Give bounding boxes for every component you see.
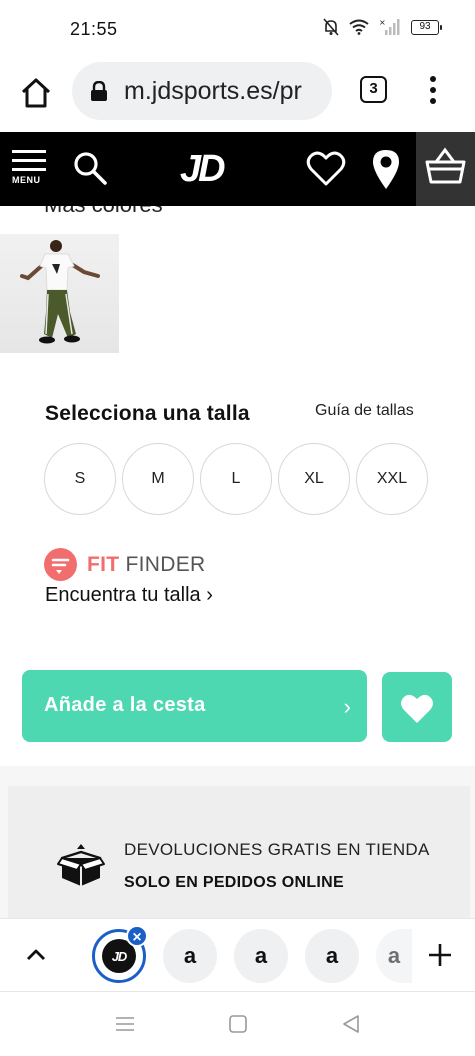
- signal-icon: ×: [379, 18, 400, 35]
- box-icon: [57, 844, 105, 886]
- tab-switcher-button[interactable]: 3: [360, 76, 387, 103]
- size-option-l[interactable]: L: [200, 443, 272, 515]
- wishlist-button[interactable]: [382, 672, 452, 742]
- amazon-favicon: a: [254, 943, 268, 968]
- jd-logo[interactable]: JD: [180, 148, 240, 190]
- tab-amazon-2[interactable]: a: [234, 929, 288, 983]
- home-icon[interactable]: [18, 75, 54, 111]
- amazon-favicon: a: [183, 943, 197, 968]
- amazon-favicon: a: [325, 943, 339, 968]
- status-bar: 21:55 × 93: [0, 0, 475, 60]
- chevron-up-icon[interactable]: [22, 943, 50, 967]
- basket-button[interactable]: [416, 132, 475, 206]
- product-content: Más colores Selecciona una talla Guía de…: [0, 206, 475, 918]
- mute-bell-icon: [323, 18, 339, 36]
- product-image: [20, 240, 100, 344]
- free-returns-banner: DEVOLUCIONES GRATIS EN TIENDA SOLO EN PE…: [8, 786, 470, 918]
- add-to-basket-label: Añade a la cesta: [44, 694, 206, 716]
- plus-icon[interactable]: [426, 941, 454, 969]
- fit-finder-icon: [44, 548, 77, 581]
- fit-finder-rest: FINDER: [119, 552, 206, 576]
- browser-toolbar: m.jdsports.es/pr 3: [0, 60, 475, 132]
- product-colour-thumbnail[interactable]: [0, 234, 119, 353]
- search-icon[interactable]: [72, 150, 108, 186]
- site-header: MENU JD: [0, 132, 475, 206]
- size-option-m[interactable]: M: [122, 443, 194, 515]
- home-nav-icon[interactable]: [226, 1012, 250, 1036]
- chevron-right-icon: ›: [343, 694, 351, 719]
- wifi-icon: [349, 19, 369, 35]
- returns-subtitle: SOLO EN PEDIDOS ONLINE: [124, 874, 344, 891]
- tab-strip: JD × a a a a: [0, 918, 475, 992]
- fit-finder-brand[interactable]: FIT FINDER: [44, 548, 206, 581]
- basket-icon: [425, 147, 466, 184]
- add-to-basket-button[interactable]: Añade a la cesta ›: [22, 670, 367, 742]
- svg-text:×: ×: [379, 18, 386, 27]
- find-your-size-link[interactable]: Encuentra tu talla ›: [45, 584, 213, 607]
- battery-indicator: 93: [411, 19, 442, 35]
- menu-button[interactable]: MENU: [12, 150, 48, 194]
- more-icon[interactable]: [424, 74, 442, 106]
- status-time: 21:55: [70, 19, 118, 39]
- size-option-xxl[interactable]: XXL: [356, 443, 428, 515]
- back-icon[interactable]: [339, 1012, 363, 1036]
- status-icons: × 93: [323, 18, 442, 36]
- heart-icon: [401, 694, 433, 723]
- address-bar[interactable]: m.jdsports.es/pr: [72, 62, 332, 120]
- size-options: S M L XL XXL: [44, 443, 428, 515]
- location-pin-icon[interactable]: [370, 148, 402, 190]
- tab-amazon-3[interactable]: a: [305, 929, 359, 983]
- tab-amazon-1[interactable]: a: [163, 929, 217, 983]
- size-guide-link[interactable]: Guía de tallas: [315, 402, 414, 420]
- system-nav-bar: [0, 992, 475, 1056]
- returns-title: DEVOLUCIONES GRATIS EN TIENDA: [124, 840, 430, 859]
- more-colours-heading: Más colores: [44, 206, 163, 218]
- url-text: m.jdsports.es/pr: [124, 77, 302, 105]
- fit-finder-strong: FIT: [87, 552, 120, 576]
- size-option-xl[interactable]: XL: [278, 443, 350, 515]
- menu-icon: [12, 150, 48, 171]
- size-select-title: Selecciona una talla: [45, 402, 250, 425]
- recent-apps-icon[interactable]: [113, 1012, 137, 1036]
- size-option-s[interactable]: S: [44, 443, 116, 515]
- fit-finder-wordmark: FIT FINDER: [87, 553, 206, 577]
- menu-label: MENU: [12, 175, 41, 185]
- heart-icon[interactable]: [306, 150, 346, 188]
- close-tab-button[interactable]: ×: [126, 925, 148, 947]
- amazon-favicon: a: [387, 943, 401, 968]
- lock-icon: [91, 81, 107, 101]
- tab-amazon-4[interactable]: a: [376, 929, 412, 983]
